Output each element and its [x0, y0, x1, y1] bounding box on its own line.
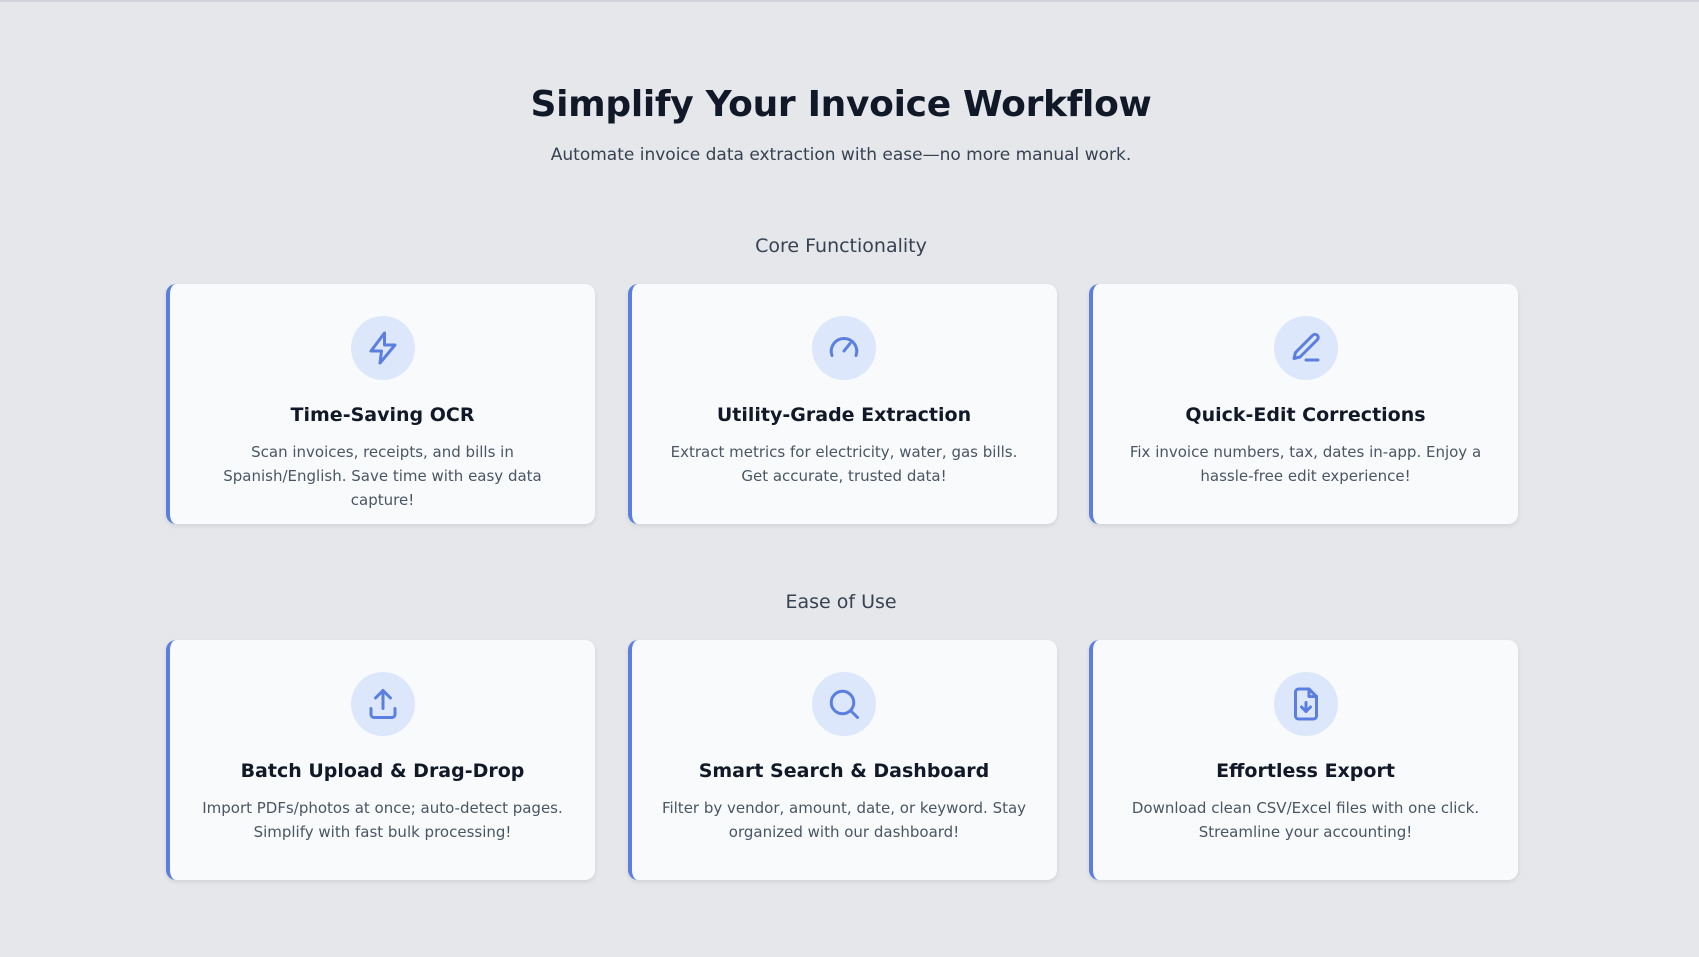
feature-description: Download clean CSV/Excel files with one … — [1131, 799, 1480, 841]
feature-title: Quick-Edit Corrections — [1185, 404, 1426, 426]
feature-grid-core: Time-Saving OCR Scan invoices, receipts,… — [166, 284, 1518, 524]
pencil-icon — [1292, 332, 1320, 362]
feature-card-batch-upload: Batch Upload & Drag-Drop Import PDFs/pho… — [166, 640, 595, 880]
lightning-icon — [369, 331, 396, 365]
feature-title: Effortless Export — [1216, 760, 1395, 782]
feature-card-smart-search: Smart Search & Dashboard Filter by vendo… — [627, 640, 1057, 880]
feature-title: Batch Upload & Drag-Drop — [240, 760, 525, 782]
icon-badge — [350, 672, 415, 736]
section-title-core-functionality: Core Functionality — [755, 235, 927, 257]
feature-card-utility-grade-extraction: Utility-Grade Extraction Extract metrics… — [627, 284, 1057, 524]
file-download-icon — [1293, 687, 1318, 721]
upload-icon — [369, 689, 396, 719]
page-subtitle: Automate invoice data extraction with ea… — [550, 145, 1132, 165]
feature-description: Filter by vendor, amount, date, or keywo… — [661, 799, 1027, 841]
feature-description: Extract metrics for electricity, water, … — [670, 443, 1018, 485]
section-title-ease-of-use: Ease of Use — [785, 591, 897, 613]
feature-card-effortless-export: Effortless Export Download clean CSV/Exc… — [1089, 640, 1518, 880]
icon-badge — [350, 316, 415, 380]
feature-card-quick-edit-corrections: Quick-Edit Corrections Fix invoice numbe… — [1089, 284, 1518, 524]
icon-badge — [812, 316, 876, 380]
feature-title: Utility-Grade Extraction — [716, 404, 972, 426]
search-icon — [829, 689, 859, 719]
icon-badge — [1273, 316, 1338, 380]
icon-badge — [1273, 672, 1338, 736]
feature-description: Fix invoice numbers, tax, dates in-app. … — [1129, 443, 1482, 485]
feature-grid-ease-of-use: Batch Upload & Drag-Drop Import PDFs/pho… — [166, 640, 1518, 880]
feature-description: Scan invoices, receipts, and bills in Sp… — [223, 443, 542, 509]
icon-badge — [812, 672, 876, 736]
feature-title: Smart Search & Dashboard — [698, 760, 990, 782]
feature-title: Time-Saving OCR — [290, 404, 475, 426]
hero-section: Simplify Your Invoice Workflow Automate … — [0, 84, 1682, 165]
feature-card-time-saving-ocr: Time-Saving OCR Scan invoices, receipts,… — [166, 284, 595, 524]
top-border — [0, 0, 1699, 2]
page-title: Simplify Your Invoice Workflow — [530, 84, 1152, 125]
feature-description: Import PDFs/photos at once; auto-detect … — [202, 799, 563, 841]
gauge-icon — [829, 337, 859, 357]
